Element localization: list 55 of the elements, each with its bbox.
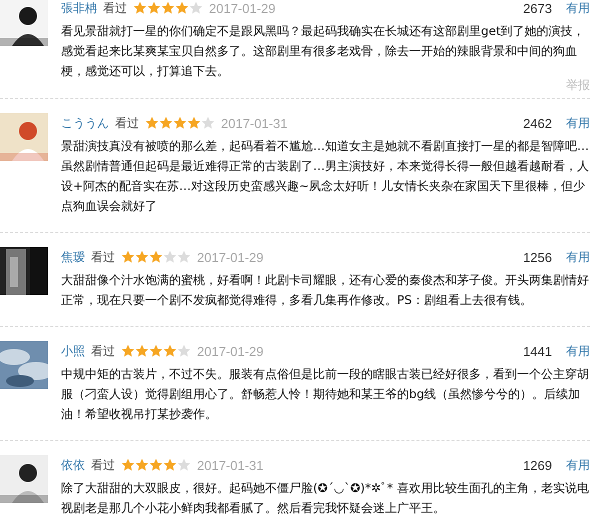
star-icon xyxy=(121,250,135,264)
useful-link[interactable]: 有用 xyxy=(566,456,590,474)
review-text: 大甜甜像个汁水饱满的蜜桃，好看啊！此剧卡司耀眼，还有心爱的秦俊杰和茅子俊。开头两集剧情好正常，现在只要一个剧不发疯都觉得难得，多看几集再作修改。PS：剧组看上去很有钱。 xyxy=(61,272,590,309)
star-icon xyxy=(177,458,191,472)
star-icon xyxy=(133,1,147,15)
review-date: 2017-01-29 xyxy=(197,250,264,264)
watch-status: 看过 xyxy=(91,248,115,266)
user-link[interactable]: こううん xyxy=(61,114,109,132)
review-text: 看见景甜就打一星的你们确定不是跟风黑吗？最起码我确实在长城还有这部剧里get到了她的演技，感觉看起来比某爽某宝贝自然多了。这部剧里有很多老戏骨，除去一开始的辣眼背景和中间的狗血梗，感觉还可以，打算追下去。 xyxy=(61,23,586,79)
user-link[interactable]: 依依 xyxy=(61,456,85,474)
star-icon xyxy=(161,1,175,15)
star-icon xyxy=(135,250,149,264)
review-text: 景甜演技真没有被喷的那么差，起码看着不尴尬…知道女主是她就不看剧直接打一星的都是智障吧…虽然剧情普通但起码是最近难得正常的古装剧了…男主演技好，本来觉得长得一般但越看越耐看，人设+阿杰的配音实在苏…对这段历史蛮感兴趣~夙念太好听！儿女情长夹杂在家国天下里很棒，但少点狗血误会就好了 xyxy=(61,138,590,215)
review-text: 中规中矩的古装片，不过不失。服装有点俗但是比前一段的瞎眼古装已经好很多，看到一个公主穿胡服（刁蛮人设）觉得剧组用心了。舒畅惹人怜！期待她和某王爷的bg线（虽然惨兮兮的）。后续加油！希望收视吊打某抄袭作。 xyxy=(61,366,590,423)
star-icon xyxy=(175,1,189,15)
star-icon xyxy=(145,116,159,130)
watch-status: 看过 xyxy=(91,342,115,360)
useful-link[interactable]: 有用 xyxy=(566,248,590,266)
star-icon xyxy=(189,1,203,15)
star-icon xyxy=(163,458,177,472)
user-link[interactable]: 小照 xyxy=(61,342,85,360)
watch-status: 看过 xyxy=(115,114,139,132)
useful-link[interactable]: 有用 xyxy=(566,342,590,360)
useful-link[interactable]: 有用 xyxy=(566,114,590,132)
review-date: 2017-01-29 xyxy=(209,0,276,16)
review-date: 2017-01-29 xyxy=(197,344,264,358)
star-icon xyxy=(149,250,163,264)
star-icon xyxy=(173,116,187,130)
star-icon xyxy=(163,250,177,264)
watch-status: 看过 xyxy=(103,0,127,16)
star-icon xyxy=(149,344,163,358)
star-icon xyxy=(201,116,215,130)
user-link[interactable]: 張非柟 xyxy=(61,0,97,16)
star-icon xyxy=(147,1,161,15)
star-icon xyxy=(121,344,135,358)
star-icon xyxy=(159,116,173,130)
star-icon xyxy=(163,344,177,358)
review-date: 2017-01-31 xyxy=(197,458,264,472)
star-icon xyxy=(135,458,149,472)
vote-count: 1256 xyxy=(523,250,552,264)
vote-count: 1269 xyxy=(523,458,552,472)
star-icon xyxy=(177,250,191,264)
star-icon xyxy=(135,344,149,358)
review-text: 除了大甜甜的大双眼皮，很好。起码她不僵尸脸(✪´◡`✪)*✲ﾟ* 喜欢用比较生面孔的主角，老实说电视剧老是那几个小花小鲜肉我都看腻了。然后看完我怀疑会迷上广平王。 xyxy=(61,480,590,517)
star-icon xyxy=(149,458,163,472)
star-icon xyxy=(121,458,135,472)
user-link[interactable]: 焦瑷 xyxy=(61,248,85,266)
vote-count: 2462 xyxy=(523,116,552,130)
review-date: 2017-01-31 xyxy=(221,116,288,130)
vote-count: 2673 xyxy=(523,0,552,16)
star-icon xyxy=(177,344,191,358)
star-icon xyxy=(187,116,201,130)
watch-status: 看过 xyxy=(91,456,115,474)
vote-count: 1441 xyxy=(523,344,552,358)
useful-link[interactable]: 有用 xyxy=(566,0,590,16)
